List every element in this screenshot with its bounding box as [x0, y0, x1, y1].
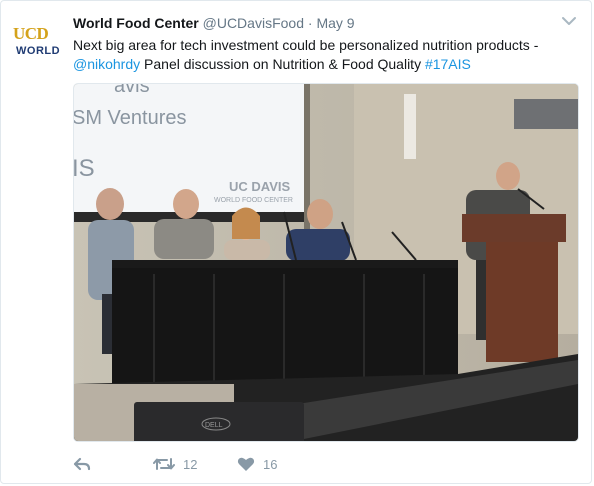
panel-photo-illustration: avis SM Ventures IS UC DAVIS WORLD FOOD … — [74, 84, 578, 441]
chevron-down-icon[interactable] — [561, 13, 577, 29]
screen-name[interactable]: @UCDavisFood — [203, 15, 304, 31]
mention-link[interactable]: @nikohrdy — [73, 56, 140, 72]
screen-logo: UC DAVIS — [229, 179, 290, 194]
tweet-text-part: Next big area for tech investment could … — [73, 37, 539, 53]
hashtag-link[interactable]: #17AIS — [425, 56, 471, 72]
separator-dot: · — [307, 15, 313, 31]
heart-icon — [237, 456, 255, 472]
tweet-actions: 12 16 — [73, 453, 553, 475]
retweet-button[interactable]: 12 — [153, 453, 197, 475]
retweet-icon — [153, 456, 175, 472]
like-button[interactable]: 16 — [237, 453, 277, 475]
tweet-card[interactable]: UCD WORLD World Food Center @UCDavisFood… — [0, 0, 592, 484]
display-name[interactable]: World Food Center — [73, 15, 199, 31]
avatar-logo-text: UCD — [13, 24, 49, 43]
tweet-photo[interactable]: avis SM Ventures IS UC DAVIS WORLD FOOD … — [73, 83, 579, 442]
tweet-text: Next big area for tech investment could … — [73, 36, 573, 74]
screen-text: IS — [74, 155, 95, 182]
avatar[interactable]: UCD WORLD — [11, 15, 63, 67]
tweet-text-part: Panel discussion on Nutrition & Food Qua… — [140, 56, 425, 72]
screen-text: SM Ventures — [74, 107, 187, 129]
retweet-count: 12 — [183, 456, 198, 472]
screen-text: avis — [114, 84, 150, 97]
reply-icon — [73, 456, 91, 472]
tweet-header: World Food Center @UCDavisFood · May 9 — [73, 14, 355, 32]
like-count: 16 — [263, 456, 278, 472]
laptop-logo: DELL — [205, 422, 223, 429]
reply-button[interactable] — [73, 453, 91, 475]
timestamp[interactable]: May 9 — [316, 15, 354, 31]
avatar-logo-subtext: WORLD — [16, 45, 61, 57]
screen-logo: WORLD FOOD CENTER — [214, 197, 293, 204]
